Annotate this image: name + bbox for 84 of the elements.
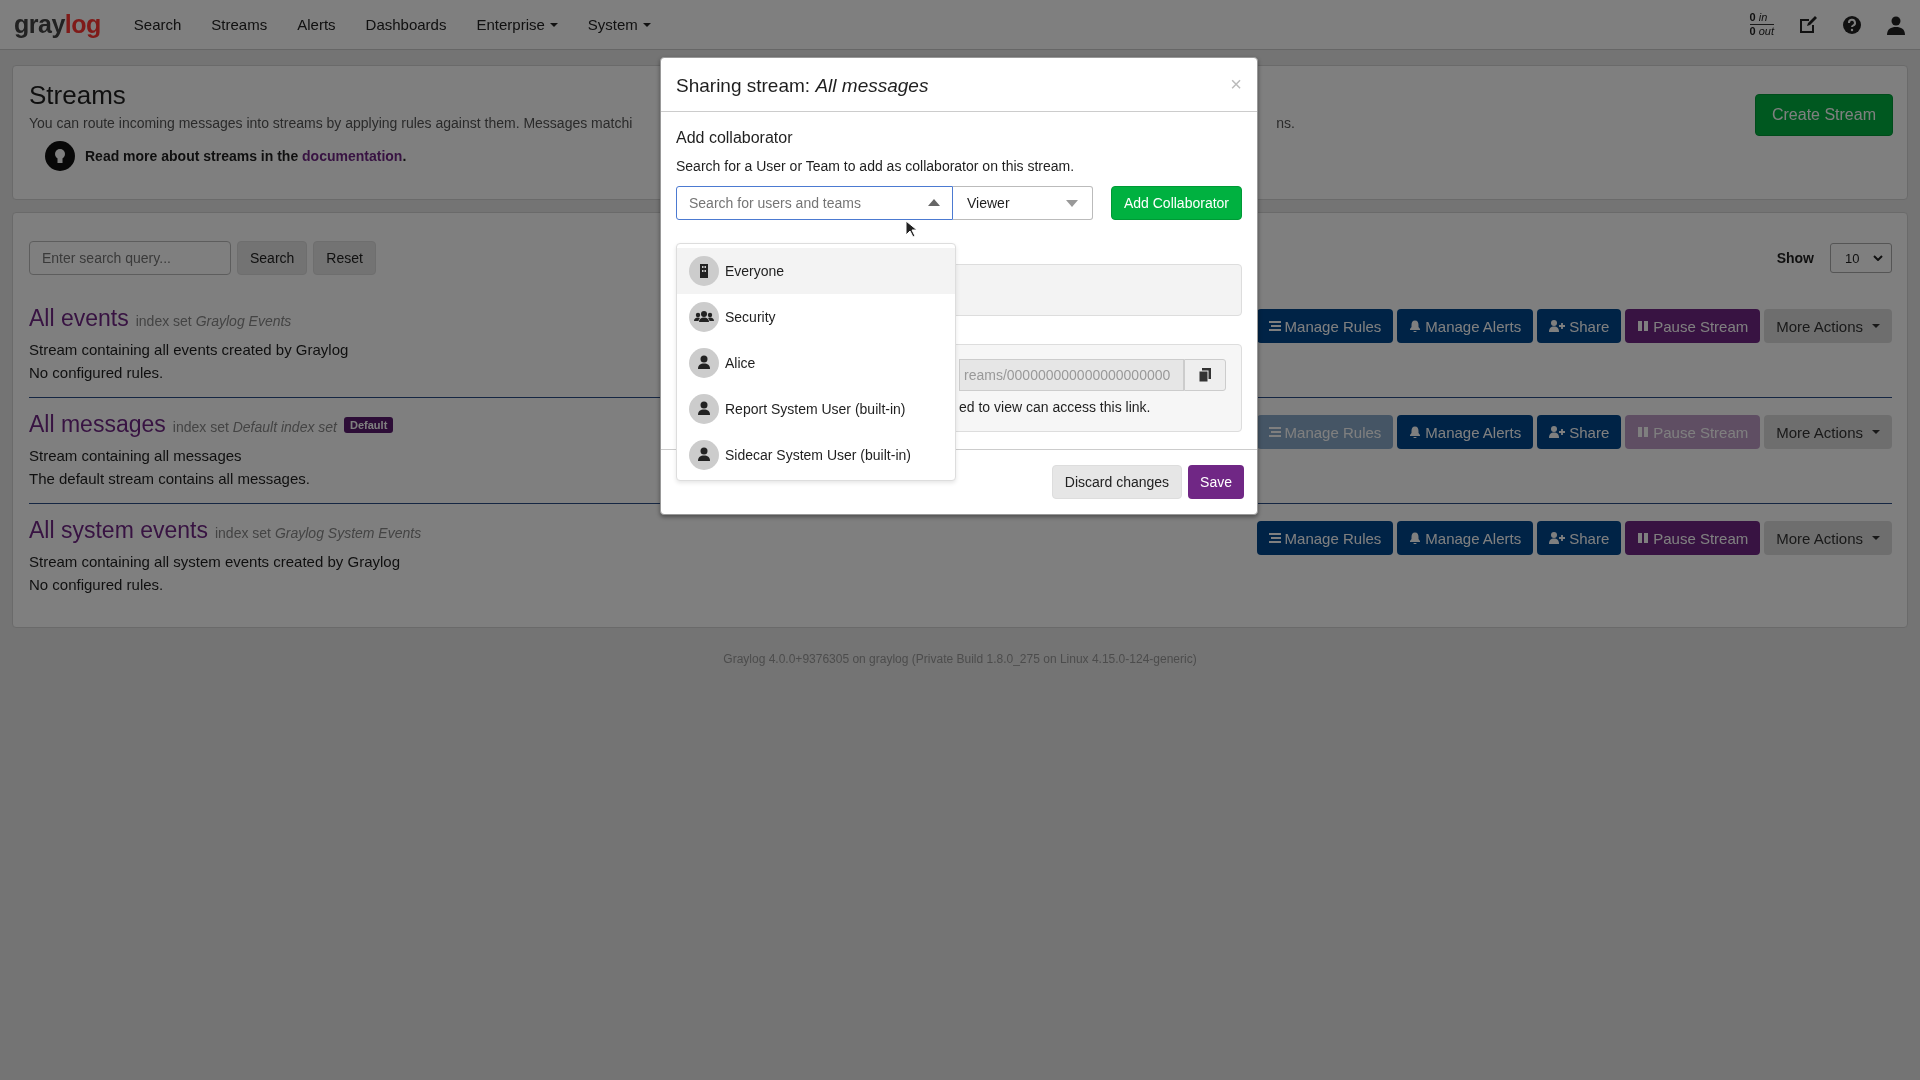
- documentation-link[interactable]: documentation: [302, 148, 403, 164]
- pause-stream-button[interactable]: Pause Stream: [1625, 309, 1761, 343]
- page-description: You can route incoming messages into streams by applying rules against them. Messages matchi: [29, 115, 633, 131]
- bell-icon: [1409, 426, 1422, 438]
- user-icon: [689, 440, 719, 470]
- copy-button[interactable]: [1183, 359, 1226, 391]
- discard-changes-button[interactable]: Discard changes: [1051, 465, 1183, 499]
- reset-button[interactable]: Reset: [313, 241, 376, 275]
- stream-description: The default stream contains all messages.: [29, 469, 311, 489]
- nav-link[interactable]: Streams: [196, 16, 283, 33]
- manage-alerts-button[interactable]: Manage Alerts: [1397, 309, 1534, 343]
- copy-icon: [1198, 368, 1211, 382]
- collaborator-option[interactable]: Security: [677, 294, 955, 340]
- section-text: Search for a User or Team to add as collaborator on this stream.: [676, 158, 1076, 174]
- nav-link[interactable]: Alerts: [282, 16, 351, 33]
- create-stream-button[interactable]: Create Stream: [1754, 94, 1893, 136]
- search-field[interactable]: Enter search query...: [29, 241, 231, 275]
- share-link-note: ed to view can access this link.: [959, 399, 1152, 415]
- mouse-pointer-icon: [905, 220, 917, 238]
- group-icon: [689, 302, 719, 332]
- section-title: Add collaborator: [676, 129, 794, 147]
- more-actions-button[interactable]: More Actions: [1764, 415, 1892, 449]
- throughput-count: 0 out: [1749, 25, 1774, 38]
- share-button[interactable]: Share: [1537, 521, 1622, 555]
- stream-description: Stream containing all events created by Graylog: [29, 340, 349, 360]
- nav-link[interactable]: Dashboards: [350, 16, 462, 33]
- page-description: ns.: [1276, 115, 1295, 131]
- collaborator-option[interactable]: Report System User (built-in): [677, 386, 955, 432]
- save-button[interactable]: Save: [1188, 465, 1244, 499]
- add-user-icon: [1549, 426, 1566, 438]
- user-icon: [689, 348, 719, 378]
- pause-stream-button[interactable]: Pause Stream: [1625, 521, 1761, 555]
- edit-icon[interactable]: [1798, 14, 1818, 35]
- page-size-select[interactable]: 10: [1830, 243, 1892, 273]
- add-user-icon: [1549, 532, 1566, 544]
- manage-rules-button[interactable]: Manage Rules: [1256, 309, 1394, 343]
- lightbulb-icon: [45, 141, 75, 171]
- stream-description: Stream containing all system events created by Graylog: [29, 552, 401, 572]
- collaborator-option[interactable]: Everyone: [677, 248, 955, 294]
- stream-title[interactable]: All system events: [29, 517, 208, 544]
- collaborator-search-field[interactable]: Search for users and teams: [676, 186, 953, 220]
- throughput-count: 0 in: [1749, 11, 1774, 25]
- bell-icon: [1409, 532, 1422, 544]
- index-set-label: index set Graylog Events: [135, 313, 292, 329]
- list-icon: [1268, 532, 1281, 544]
- index-set-label: index set Default index set: [172, 419, 337, 435]
- stream-description: Stream containing all messages: [29, 446, 243, 466]
- index-set-label: index set Graylog System Events: [214, 525, 422, 541]
- search-button[interactable]: Search: [237, 241, 308, 275]
- pause-icon: [1637, 532, 1650, 544]
- bell-icon: [1409, 320, 1422, 332]
- stream-description: No configured rules.: [29, 575, 165, 595]
- collaborator-option[interactable]: Sidecar System User (built-in): [677, 432, 955, 478]
- list-icon: [1268, 320, 1281, 332]
- more-actions-button[interactable]: More Actions: [1764, 521, 1892, 555]
- more-actions-button[interactable]: More Actions: [1764, 309, 1892, 343]
- default-badge: Default: [344, 416, 394, 433]
- page-title: Streams: [29, 80, 126, 111]
- stream-title[interactable]: All messages: [29, 411, 166, 438]
- stream-description: No configured rules.: [29, 363, 165, 383]
- user-icon: [689, 394, 719, 424]
- nav-link[interactable]: Enterprise: [461, 16, 573, 33]
- tip-text: Read more about streams in the documentation.: [85, 148, 407, 164]
- add-collaborator-button[interactable]: Add Collaborator: [1110, 186, 1242, 220]
- user-icon[interactable]: [1886, 14, 1906, 35]
- share-link-field[interactable]: reams/000000000000000000000: [959, 359, 1184, 391]
- manage-alerts-button[interactable]: Manage Alerts: [1397, 521, 1534, 555]
- stream-title[interactable]: All events: [29, 305, 129, 332]
- role-select[interactable]: Viewer: [953, 186, 1093, 220]
- pause-icon: [1637, 320, 1650, 332]
- logo[interactable]: graylog: [14, 10, 101, 39]
- manage-alerts-button[interactable]: Manage Alerts: [1397, 415, 1534, 449]
- collaborator-option[interactable]: Alice: [677, 340, 955, 386]
- manage-rules-button[interactable]: Manage Rules: [1256, 521, 1394, 555]
- chevron-down-icon: [1873, 255, 1883, 261]
- help-icon[interactable]: [1842, 14, 1862, 35]
- nav-link[interactable]: Search: [118, 16, 197, 33]
- add-user-icon: [1549, 320, 1566, 332]
- nav-link[interactable]: System: [572, 16, 666, 33]
- building-icon: [689, 256, 719, 286]
- share-button[interactable]: Share: [1537, 415, 1622, 449]
- share-button[interactable]: Share: [1537, 309, 1622, 343]
- show-label: Show: [1776, 250, 1814, 266]
- dialog-title: Sharing stream: All messages: [676, 75, 929, 97]
